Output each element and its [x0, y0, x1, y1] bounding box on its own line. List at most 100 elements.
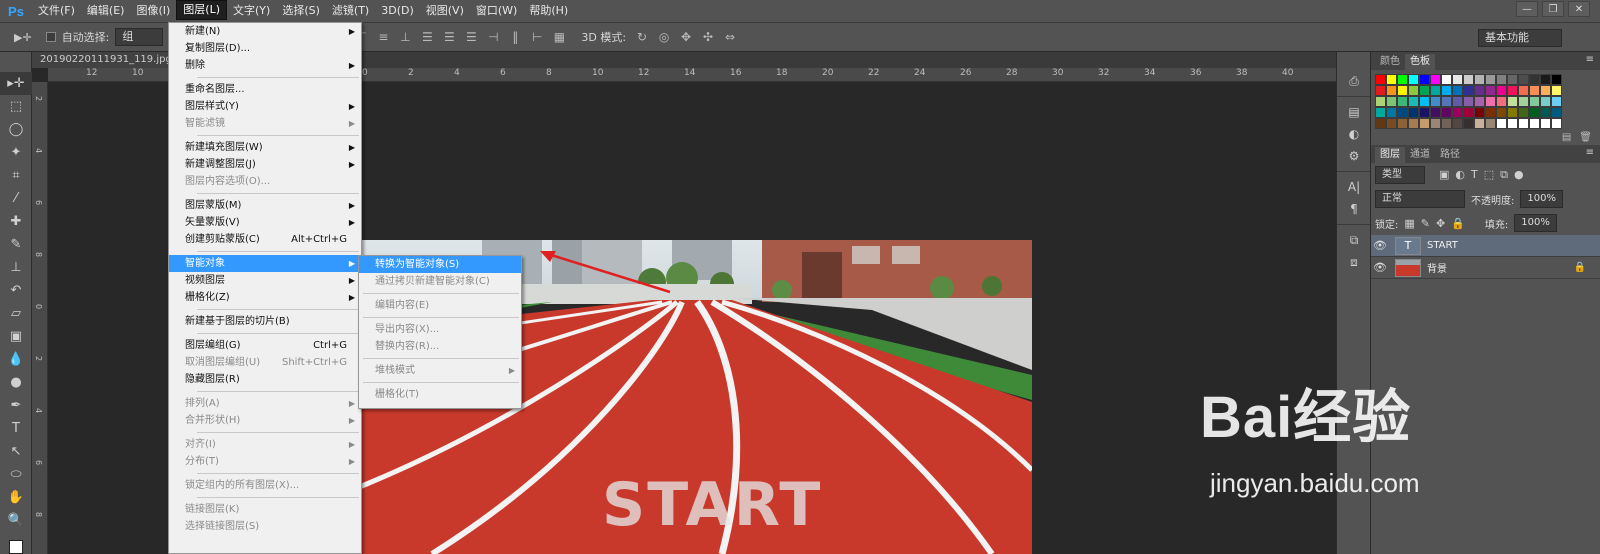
layer-menu-item[interactable]: 新建基于图层的切片(B)	[169, 313, 361, 330]
color-swatch[interactable]	[1430, 85, 1441, 96]
color-swatch[interactable]	[1485, 96, 1496, 107]
hand-tool-icon[interactable]: ✋	[0, 486, 32, 509]
color-swatch[interactable]	[1551, 96, 1562, 107]
layer-menu-item[interactable]: 智能对象 ▶	[169, 255, 361, 272]
color-swatch[interactable]	[1540, 118, 1551, 129]
color-swatch[interactable]	[1419, 118, 1430, 129]
menu-1[interactable]: 编辑(E)	[81, 0, 131, 22]
visibility-eye-icon[interactable]: 👁	[1371, 239, 1389, 252]
color-swatch[interactable]	[1441, 96, 1452, 107]
info-panel-icon[interactable]: ▤	[1337, 101, 1371, 123]
filter-adjust-icon[interactable]: ◐	[1455, 168, 1465, 182]
restore-button[interactable]: ❐	[1542, 1, 1564, 17]
layer-menu-item[interactable]: 合并形状(H) ▶	[169, 412, 361, 429]
color-swatch[interactable]	[1485, 85, 1496, 96]
color-swatch[interactable]	[1397, 118, 1408, 129]
layer-menu-item[interactable]: 智能滤镜 ▶	[169, 115, 361, 132]
move-tool-icon[interactable]: ▶✛	[14, 31, 32, 44]
color-swatch[interactable]	[1452, 74, 1463, 85]
color-swatch[interactable]	[1507, 107, 1518, 118]
crop-tool-icon[interactable]: ⌗	[0, 164, 32, 187]
align-right-icon[interactable]: ⊢	[529, 30, 545, 44]
layer-menu-item[interactable]: 选择链接图层(S)	[169, 518, 361, 535]
3d-pan-icon[interactable]: ✥	[678, 30, 694, 44]
color-swatch[interactable]	[1463, 107, 1474, 118]
color-swatch[interactable]	[1430, 107, 1441, 118]
align-bottom-icon[interactable]: ⊥	[397, 30, 413, 44]
zoom-tool-icon[interactable]: 🔍	[0, 509, 32, 532]
color-swatch[interactable]	[1551, 118, 1562, 129]
healing-brush-icon[interactable]: ✚	[0, 210, 32, 233]
eyedropper-icon[interactable]: ⁄	[0, 187, 32, 210]
brush-tool-icon[interactable]: ✎	[0, 233, 32, 256]
eraser-tool-icon[interactable]: ▱	[0, 302, 32, 325]
history-panel-icon[interactable]: ⎙	[1337, 70, 1371, 92]
color-swatch[interactable]	[1452, 107, 1463, 118]
color-swatch[interactable]	[1419, 96, 1430, 107]
smart-object-item[interactable]: 堆栈模式 ▶	[359, 362, 521, 379]
3d-rotate-icon[interactable]: ↻	[634, 30, 650, 44]
color-swatch[interactable]	[1463, 118, 1474, 129]
color-swatch[interactable]	[1463, 85, 1474, 96]
filter-pixel-icon[interactable]: ▣	[1439, 168, 1449, 182]
color-swatch[interactable]	[1375, 118, 1386, 129]
color-swatch[interactable]	[1386, 74, 1397, 85]
layer-menu-item[interactable]: 隐藏图层(R)	[169, 371, 361, 388]
layer-menu-item[interactable]: 图层编组(G) Ctrl+G	[169, 337, 361, 354]
color-swatch[interactable]	[1518, 74, 1529, 85]
color-swatch[interactable]	[1496, 74, 1507, 85]
color-swatch[interactable]	[1540, 85, 1551, 96]
swatch-panel-tab[interactable]: 颜色	[1375, 54, 1405, 70]
color-swatch[interactable]	[1375, 107, 1386, 118]
color-swatch[interactable]	[1551, 85, 1562, 96]
color-swatch[interactable]	[1518, 107, 1529, 118]
layer-menu-item[interactable]: 删除 ▶	[169, 57, 361, 74]
magic-wand-icon[interactable]: ✦	[0, 141, 32, 164]
color-swatch[interactable]	[1441, 118, 1452, 129]
color-swatch[interactable]	[1496, 107, 1507, 118]
color-swatch[interactable]	[1375, 85, 1386, 96]
layer-menu-item[interactable]: 对齐(I) ▶	[169, 436, 361, 453]
smart-object-item[interactable]: 栅格化(T)	[359, 386, 521, 403]
layer-menu-item[interactable]: 新建填充图层(W) ▶	[169, 139, 361, 156]
workspace-dropdown[interactable]: 基本功能	[1478, 29, 1562, 47]
menu-5[interactable]: 选择(S)	[276, 0, 326, 22]
color-swatch[interactable]	[1474, 74, 1485, 85]
color-swatch[interactable]	[1474, 118, 1485, 129]
dist-vcenter-icon[interactable]: ☰	[441, 30, 457, 44]
auto-select-checkbox[interactable]	[45, 32, 56, 42]
color-swatch[interactable]	[1540, 96, 1551, 107]
color-swatch[interactable]	[1496, 118, 1507, 129]
minimize-button[interactable]: —	[1516, 1, 1538, 17]
filter-toggle-icon[interactable]: ●	[1514, 168, 1524, 182]
layers-panel-tab[interactable]: 通道	[1405, 147, 1435, 163]
layer-menu-item[interactable]: 排列(A) ▶	[169, 395, 361, 412]
visibility-eye-icon[interactable]: 👁	[1371, 261, 1389, 274]
color-swatch[interactable]	[1419, 85, 1430, 96]
menu-7[interactable]: 3D(D)	[375, 0, 420, 22]
color-swatch[interactable]	[1474, 107, 1485, 118]
menu-0[interactable]: 文件(F)	[32, 0, 81, 22]
color-swatch[interactable]	[1430, 96, 1441, 107]
color-swatch[interactable]	[1408, 74, 1419, 85]
layers-panel-tab[interactable]: 图层	[1375, 147, 1405, 163]
new-swatch-icon[interactable]: ▤	[1562, 132, 1571, 143]
color-swatch[interactable]	[1419, 74, 1430, 85]
filter-smart-icon[interactable]: ⧉	[1500, 168, 1508, 182]
menu-6[interactable]: 滤镜(T)	[326, 0, 375, 22]
history-brush-icon[interactable]: ↶	[0, 279, 32, 302]
layers-panel-tab[interactable]: 路径	[1435, 147, 1465, 163]
type-tool-icon[interactable]: T	[0, 417, 32, 440]
color-swatch[interactable]	[1485, 74, 1496, 85]
tool-presets-icon[interactable]: ⧈	[1337, 251, 1371, 273]
3d-slide-icon[interactable]: ✣	[700, 30, 716, 44]
smart-object-item[interactable]: 通过拷贝新建智能对象(C)	[359, 273, 521, 290]
lock-position-icon[interactable]: ✥	[1436, 217, 1445, 230]
color-swatch[interactable]	[1529, 85, 1540, 96]
smart-object-item[interactable]: 导出内容(X)...	[359, 321, 521, 338]
align-left-icon[interactable]: ⊣	[485, 30, 501, 44]
menu-8[interactable]: 视图(V)	[420, 0, 470, 22]
color-swatch[interactable]	[1397, 107, 1408, 118]
color-swatch[interactable]	[1507, 118, 1518, 129]
color-swatch[interactable]	[1408, 107, 1419, 118]
